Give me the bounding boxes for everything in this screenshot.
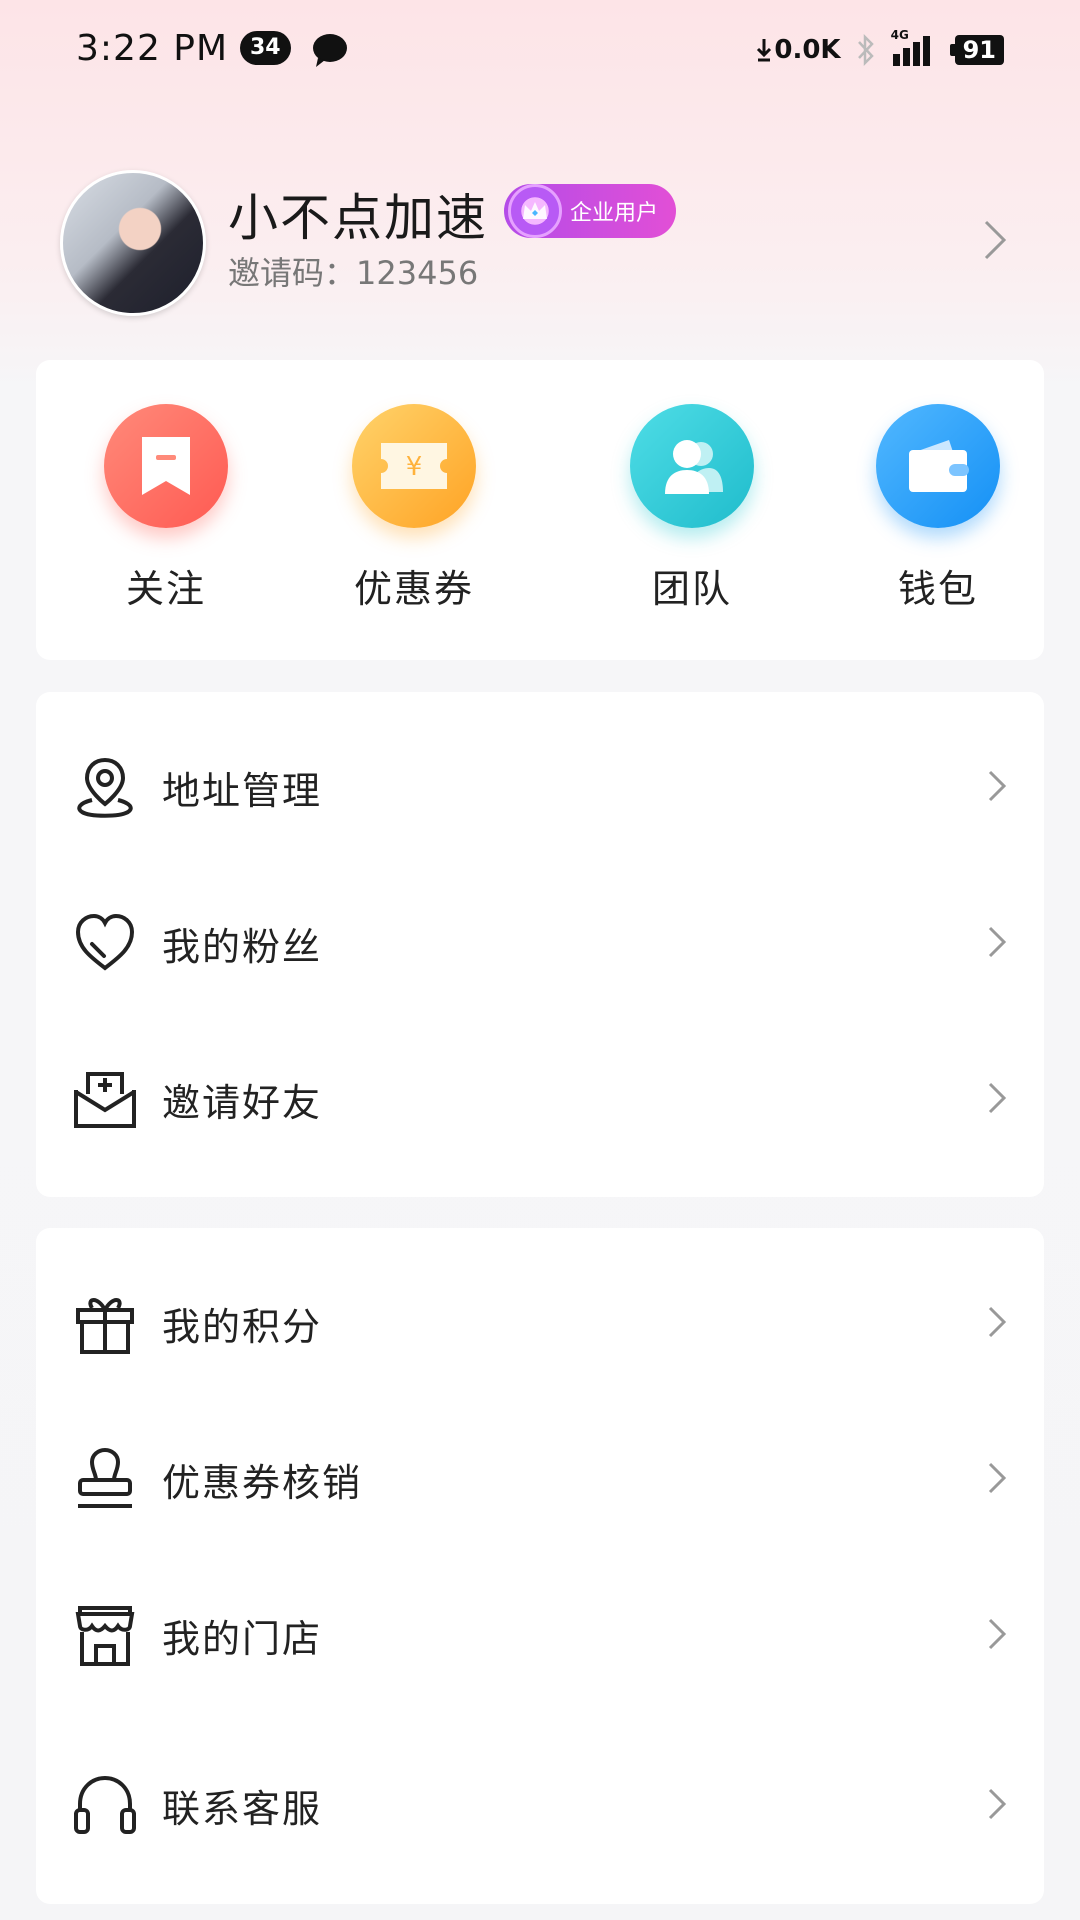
menu-item-label: 我的门店: [162, 1617, 323, 1661]
bookmark-icon: [104, 404, 228, 528]
menu-item-invite-friends[interactable]: 邀请好友: [36, 1048, 1044, 1148]
download-arrow-icon: [757, 39, 772, 62]
status-bar: 3:22 PM 34 0.0K 4G 91: [0, 0, 1080, 100]
profile-name: 小不点加速: [228, 189, 488, 247]
menu-item-label: 地址管理: [162, 769, 323, 813]
status-time: 3:22 PM: [76, 28, 229, 69]
menu-item-my-store[interactable]: 我的门店: [36, 1584, 1044, 1684]
menu-item-label: 联系客服: [162, 1787, 323, 1831]
enterprise-badge: 企业用户: [504, 184, 677, 238]
avatar[interactable]: [60, 170, 206, 316]
quick-action-label: 关注: [125, 567, 206, 611]
menu-item-label: 我的粉丝: [162, 925, 323, 969]
invite-mail-icon: [74, 1072, 136, 1128]
crown-icon: [508, 184, 562, 238]
svg-text:¥: ¥: [406, 452, 423, 482]
chevron-right-icon: [988, 1788, 1007, 1820]
coupon-icon: ¥: [352, 404, 476, 528]
enterprise-badge-label: 企业用户: [570, 201, 659, 226]
quick-action-label: 钱包: [897, 567, 978, 611]
bluetooth-icon: [857, 33, 874, 67]
menu-item-address[interactable]: 地址管理: [36, 736, 1044, 836]
store-icon: [75, 1606, 135, 1666]
invite-code: 邀请码：123456: [228, 248, 478, 294]
headset-icon: [74, 1775, 136, 1834]
quick-action-wallet[interactable]: 钱包: [858, 404, 1018, 613]
gift-icon: [76, 1298, 134, 1354]
menu-item-label: 邀请好友: [162, 1081, 323, 1125]
quick-actions-card: 关注 ¥ 优惠券 团队 钱包: [36, 360, 1044, 660]
stamp-icon: [78, 1447, 132, 1508]
quick-action-label: 优惠券: [353, 567, 474, 611]
chevron-right-icon: [988, 926, 1007, 958]
heart-icon: [75, 913, 135, 971]
network-type-icon: 4G: [891, 28, 941, 68]
wallet-icon: [876, 404, 1000, 528]
menu-item-coupon-redeem[interactable]: 优惠券核销: [36, 1428, 1044, 1528]
quick-action-label: 团队: [651, 567, 732, 611]
invite-code-label: 邀请码：: [228, 254, 357, 292]
quick-action-follow[interactable]: 关注: [86, 404, 246, 613]
location-pin-icon: [77, 757, 133, 818]
menu-item-fans[interactable]: 我的粉丝: [36, 892, 1044, 992]
invite-code-value: 123456: [356, 254, 479, 292]
menu-item-label: 我的积分: [162, 1305, 323, 1349]
notification-count-badge: 34: [240, 31, 291, 65]
chevron-right-icon: [988, 1082, 1007, 1114]
quick-action-team[interactable]: 团队: [612, 404, 772, 613]
signal-bars-icon: [892, 36, 930, 66]
chat-bubble-icon: [313, 34, 347, 67]
net-speed: 0.0K: [756, 35, 841, 65]
chevron-right-icon[interactable]: [980, 218, 1010, 262]
chevron-right-icon: [988, 1618, 1007, 1650]
quick-action-coupon[interactable]: ¥ 优惠券: [334, 404, 494, 613]
chevron-right-icon: [988, 1306, 1007, 1338]
menu-group-1: 地址管理 我的粉丝 邀请好友: [36, 692, 1044, 1197]
chevron-right-icon: [988, 1462, 1007, 1494]
menu-item-label: 优惠券核销: [162, 1461, 363, 1505]
menu-group-2: 我的积分 优惠券核销 我的门店 联系客服: [36, 1228, 1044, 1904]
menu-item-points[interactable]: 我的积分: [36, 1272, 1044, 1372]
menu-item-customer-service[interactable]: 联系客服: [36, 1754, 1044, 1854]
team-icon: [630, 404, 754, 528]
status-right: 0.0K 4G 91: [756, 28, 1004, 70]
net-speed-value: 0.0K: [774, 35, 841, 65]
chevron-right-icon: [988, 770, 1007, 802]
battery-indicator: 91: [949, 35, 1004, 65]
profile-header[interactable]: 小不点加速 企业用户 邀请码：123456: [0, 160, 1080, 320]
